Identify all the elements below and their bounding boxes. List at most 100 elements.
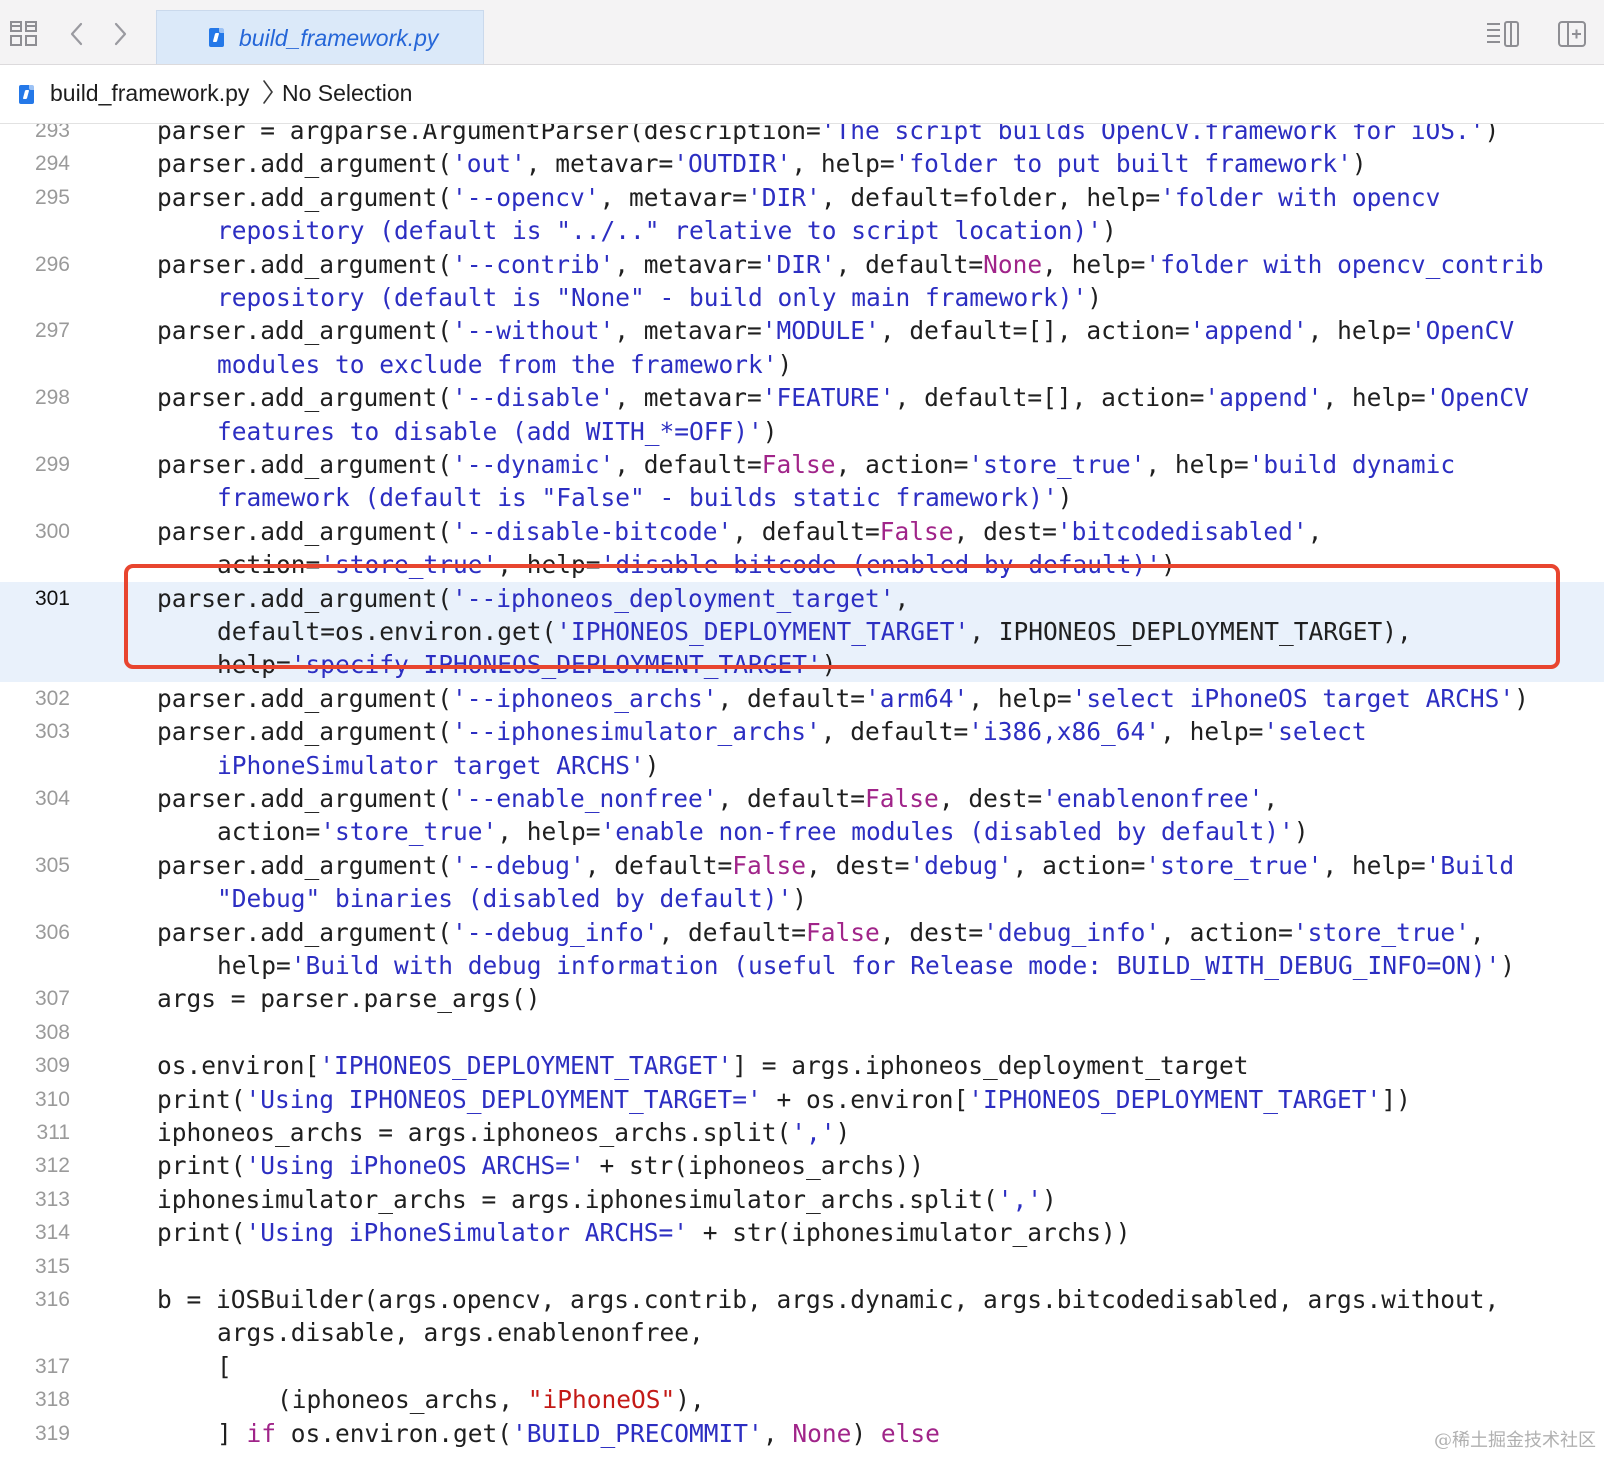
annotation-highlight-box [124, 564, 1560, 669]
code-text: , help= [1145, 450, 1249, 479]
keyword: False [761, 450, 836, 479]
string-literal: 'BUILD_PRECOMMIT' [512, 1418, 763, 1448]
line-number: 314 [34, 1221, 70, 1245]
inspector-icon[interactable] [1484, 18, 1519, 50]
string-literal: '--opencv' [452, 182, 600, 212]
code-line: args.disable, args.enablenonfree, [217, 1316, 704, 1350]
code-text: , dest= [953, 516, 1057, 546]
string-literal: 'OpenCV [1425, 383, 1529, 413]
code-text: parser.add_argument( [157, 516, 453, 546]
line-number: 306 [34, 920, 70, 944]
code-text: , default= [584, 850, 733, 880]
string-literal: features to disable (add WITH_*=OFF)' [217, 416, 763, 446]
code-text: action= [217, 817, 321, 847]
code-line: iPhoneSimulator target ARCHS') [217, 749, 660, 783]
keyword: False [879, 516, 954, 546]
string-literal: 'folder to put built framework' [894, 149, 1352, 179]
code-editor[interactable]: 293 parser = argparse.ArgumentParser(desc… [0, 124, 1604, 1462]
line-number: 311 [36, 1121, 70, 1144]
code-line: b = iOSBuilder(args.opencv, args.contrib… [157, 1283, 1499, 1317]
line-number: 297 [34, 319, 70, 343]
code-text: parser = argparse.ArgumentParser(descrip… [157, 124, 821, 145]
breadcrumb-selection[interactable]: No Selection [282, 80, 412, 107]
code-text: parser.add_argument( [157, 850, 453, 880]
code-line: ] if os.environ.get('BUILD_PRECOMMIT', N… [217, 1417, 940, 1451]
string-literal: "Debug" binaries (disabled by default)' [217, 884, 793, 914]
code-text: ) [835, 1118, 851, 1147]
breadcrumb-file[interactable]: build_framework.py [50, 80, 249, 107]
add-editor-icon[interactable] [1556, 18, 1588, 50]
string-literal: 'Using iPhoneOS ARCHS=' [245, 1151, 585, 1181]
code-text: print( [157, 1151, 246, 1181]
tab-bar: build_framework.py [0, 0, 1604, 65]
code-text: , action= [1012, 850, 1146, 880]
code-text: , action= [835, 450, 969, 479]
code-line: parser.add_argument('--iphonesimulator_a… [157, 715, 1367, 749]
code-line: help='Build with debug information (usef… [217, 949, 1515, 983]
chevron-right-icon[interactable] [104, 18, 136, 50]
tab-build-framework[interactable]: build_framework.py [156, 10, 484, 64]
code-text: parser.add_argument( [157, 784, 453, 813]
code-text: (iphoneos_archs, [277, 1385, 528, 1415]
string-literal: repository (default is "None" - build on… [217, 283, 1088, 312]
watermark: @稀土掘金技术社区 [1434, 1430, 1596, 1451]
line-number: 300 [34, 519, 70, 543]
code-text: , default=folder, help= [820, 182, 1161, 212]
string-literal: 'OUTDIR' [673, 149, 792, 179]
string-literal: iPhoneSimulator target ARCHS' [217, 750, 645, 780]
keyword: None [792, 1418, 852, 1448]
code-text: , metavar= [599, 182, 748, 212]
code-text: , [1307, 516, 1323, 546]
string-literal: 'folder with opencv [1160, 182, 1441, 212]
string-literal: 'store_true' [1292, 917, 1470, 947]
code-line: parser.add_argument('--contrib', metavar… [157, 248, 1544, 282]
line-number: 301 [34, 586, 70, 610]
string-literal: 'bitcodedisabled' [1056, 516, 1308, 546]
code-text: ) [762, 416, 778, 446]
code-text: args = parser.parse_args() [157, 984, 541, 1014]
code-text: ]) [1381, 1084, 1411, 1114]
code-text: , help= [968, 683, 1072, 713]
string-literal: 'enable non-free modules (disabled by de… [600, 817, 1294, 847]
code-text: ), [675, 1385, 705, 1415]
line-number: 313 [34, 1187, 70, 1211]
code-text: + str(iphonesimulator_archs)) [688, 1218, 1131, 1248]
line-number: 316 [34, 1288, 70, 1311]
string-literal: '--enable_nonfree' [452, 784, 718, 813]
jump-bar: build_framework.py No Selection [0, 65, 1604, 124]
code-line: (iphoneos_archs, "iPhoneOS"), [277, 1383, 705, 1417]
code-line: parser.add_argument('--iphoneos_archs', … [157, 682, 1529, 716]
code-text: print( [157, 1218, 246, 1248]
string-literal: '--disable' [452, 383, 615, 413]
string-literal: 'MODULE' [761, 316, 880, 346]
code-text: ] = args.iphoneos_deployment_target [732, 1051, 1249, 1081]
string-literal: 'The script builds OpenCV.framework for … [820, 124, 1485, 145]
code-line: features to disable (add WITH_*=OFF)') [217, 415, 778, 449]
code-text: ) [1087, 283, 1103, 312]
code-text: , help= [1307, 316, 1411, 346]
keyword: False [732, 850, 807, 880]
code-line: parser.add_argument('--disable-bitcode',… [157, 515, 1322, 549]
line-number: 315 [34, 1254, 70, 1278]
line-number: 308 [34, 1020, 70, 1044]
code-text: , [762, 1418, 793, 1448]
code-text: ) [1042, 1184, 1057, 1214]
string-literal: ',' [791, 1118, 836, 1147]
code-text: b = iOSBuilder(args.opencv, args.contrib… [157, 1285, 1500, 1314]
code-text: ) [792, 884, 808, 914]
code-line: framework (default is "False" - builds s… [217, 481, 1073, 515]
keyword: False [865, 784, 939, 813]
chevron-left-icon[interactable] [62, 18, 94, 50]
code-text: , default= [820, 717, 969, 747]
keyword: else [880, 1418, 940, 1448]
python-file-icon [209, 28, 224, 47]
code-line: modules to exclude from the framework') [217, 348, 792, 382]
code-line: print('Using IPHONEOS_DEPLOYMENT_TARGET=… [157, 1083, 1411, 1117]
code-text: + os.environ[ [761, 1084, 969, 1114]
code-line: "Debug" binaries (disabled by default)') [217, 882, 807, 916]
code-text: parser.add_argument( [157, 182, 453, 212]
line-number: 302 [34, 686, 70, 710]
grid-icon[interactable] [8, 18, 40, 50]
string-literal: 'IPHONEOS_DEPLOYMENT_TARGET' [319, 1051, 733, 1081]
string-literal: '--debug_info' [452, 917, 659, 947]
